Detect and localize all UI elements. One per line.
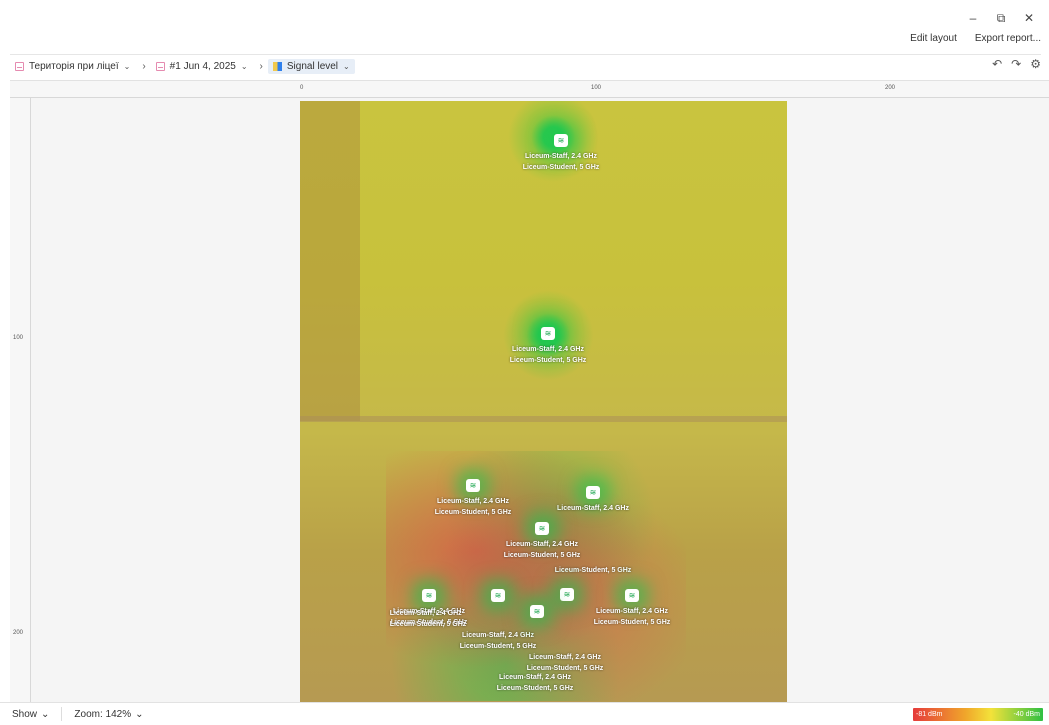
ssid-line: Liceum-Staff, 2.4 GHz <box>529 654 601 661</box>
ssid-line: Liceum-Staff, 2.4 GHz <box>596 608 668 615</box>
wifi-icon: ≋ <box>491 589 505 602</box>
access-point-label: Liceum-Staff, 2.4 GHz Liceum-Student, 5 … <box>523 151 600 173</box>
access-point-label: Liceum-Staff, 2.4 GHz Liceum-Student, 5 … <box>510 344 587 366</box>
ruler-vertical: 100 200 <box>10 98 31 702</box>
legend-min: -81 dBm <box>916 711 943 718</box>
restore-button[interactable]: ⧉ <box>987 8 1015 28</box>
breadcrumb-label: Signal level <box>286 60 339 72</box>
access-point-label: Liceum-Staff, 2.4 GHz Liceum-Student, 5 … <box>460 630 537 652</box>
access-point-label: Liceum-Staff, 2.4 GHz Liceum-Student, 5 … <box>390 608 467 630</box>
ruler-tick-label: 200 <box>13 630 24 636</box>
ssid-line: Liceum-Student, 5 GHz <box>459 643 537 650</box>
wifi-icon: ≋ <box>554 134 568 147</box>
status-bar: Show ⌄ Zoom: 142% ⌄ -81 dBm -40 dBm <box>0 702 1049 725</box>
ssid-line: Liceum-Staff, 2.4 GHz <box>512 346 584 353</box>
ssid-line: Liceum-Staff, 2.4 GHz <box>557 505 629 512</box>
ssid-line: Liceum-Student, 5 GHz <box>554 567 632 574</box>
show-menu[interactable]: Show ⌄ <box>0 709 61 720</box>
chevron-down-icon[interactable]: ⌄ <box>124 62 131 71</box>
floorplan-icon <box>15 61 24 71</box>
signal-level-icon <box>272 61 282 71</box>
chevron-right-icon: › <box>259 60 263 72</box>
ssid-line: Liceum-Staff, 2.4 GHz <box>506 541 578 548</box>
minimize-button[interactable]: – <box>959 8 987 28</box>
export-report-button[interactable]: Export report... <box>975 33 1041 44</box>
building-shadow <box>300 101 360 421</box>
ssid-line: Liceum-Staff, 2.4 GHz <box>499 674 571 681</box>
breadcrumb-survey[interactable]: #1 Jun 4, 2025 ⌄ <box>151 59 253 74</box>
undo-icon[interactable]: ↶ <box>992 57 1002 71</box>
window-controls: – ⧉ ✕ <box>959 8 1043 28</box>
chevron-down-icon: ⌄ <box>135 708 144 720</box>
ruler-tick-label: 100 <box>591 85 602 91</box>
ruler-tick-label: 0 <box>300 85 304 91</box>
access-point-label: Liceum-Staff, 2.4 GHz Liceum-Student, 5 … <box>594 606 671 628</box>
redo-icon[interactable]: ↷ <box>1011 57 1021 71</box>
breadcrumb-floorplan[interactable]: Територія при ліцеї ⌄ <box>10 59 135 74</box>
access-point-label: Liceum-Staff, 2.4 GHz Liceum-Student, 5 … <box>497 672 574 694</box>
ruler-tick-label: 100 <box>13 335 24 341</box>
chevron-down-icon[interactable]: ⌄ <box>343 62 350 71</box>
chevron-down-icon[interactable]: ⌄ <box>241 62 248 71</box>
chevron-right-icon: › <box>142 60 146 72</box>
ssid-line: Liceum-Student, 5 GHz <box>503 552 581 559</box>
road <box>300 416 787 422</box>
wifi-icon: ≋ <box>535 522 549 535</box>
breadcrumb-label: Територія при ліцеї <box>29 60 119 72</box>
ssid-line: Liceum-Student, 5 GHz <box>434 509 512 516</box>
map-canvas[interactable]: ≋ Liceum-Staff, 2.4 GHz Liceum-Student, … <box>31 98 1049 702</box>
ssid-line: Liceum-Student, 5 GHz <box>509 357 587 364</box>
settings-icon[interactable]: ⚙ <box>1030 57 1041 71</box>
wifi-icon: ≋ <box>466 479 480 492</box>
wifi-icon: ≋ <box>422 589 436 602</box>
wifi-icon: ≋ <box>541 327 555 340</box>
zoom-label: Zoom: 142% <box>74 708 132 720</box>
access-point-label: Liceum-Staff, 2.4 GHz <box>557 503 629 514</box>
wifi-icon: ≋ <box>586 486 600 499</box>
top-actions: Edit layout Export report... <box>910 33 1041 44</box>
breadcrumb-visualization[interactable]: Signal level ⌄ <box>267 58 355 74</box>
ssid-line: Liceum-Student, 5 GHz <box>522 164 600 171</box>
access-point-label: Liceum-Staff, 2.4 GHz Liceum-Student, 5 … <box>435 496 512 518</box>
signal-heatmap[interactable]: ≋ Liceum-Staff, 2.4 GHz Liceum-Student, … <box>300 101 787 702</box>
ssid-line: Liceum-Staff, 2.4 GHz <box>525 153 597 160</box>
zoom-menu[interactable]: Zoom: 142% ⌄ <box>62 709 155 720</box>
close-button[interactable]: ✕ <box>1015 8 1043 28</box>
chevron-down-icon: ⌄ <box>41 708 50 720</box>
legend-max: -40 dBm <box>1013 711 1040 718</box>
ssid-line: Liceum-Student, 5 GHz <box>389 621 467 628</box>
ruler-tick-label: 200 <box>885 85 896 91</box>
ssid-line: Liceum-Student, 5 GHz <box>593 619 671 626</box>
wifi-icon: ≋ <box>530 605 544 618</box>
survey-icon <box>155 61 165 71</box>
breadcrumb-label: #1 Jun 4, 2025 <box>169 60 236 72</box>
ssid-line: Liceum-Staff, 2.4 GHz <box>437 498 509 505</box>
breadcrumb: Територія при ліцеї ⌄ › #1 Jun 4, 2025 ⌄… <box>10 54 1041 77</box>
edit-layout-button[interactable]: Edit layout <box>910 33 957 44</box>
wifi-icon: ≋ <box>625 589 639 602</box>
map-tools: ↶ ↷ ⚙ <box>992 57 1041 71</box>
wifi-icon: ≋ <box>560 588 574 601</box>
ssid-line: Liceum-Staff, 2.4 GHz <box>462 632 534 639</box>
signal-legend: -81 dBm -40 dBm <box>913 708 1043 721</box>
ssid-line: Liceum-Staff, 2.4 GHz <box>389 610 462 617</box>
access-point-label: Liceum-Staff, 2.4 GHz Liceum-Student, 5 … <box>504 539 581 561</box>
ruler-horizontal: 0 100 200 <box>10 80 1049 98</box>
show-label: Show <box>12 708 38 720</box>
access-point-label: Liceum-Staff, 2.4 GHz Liceum-Student, 5 … <box>527 652 604 674</box>
ssid-line: Liceum-Student, 5 GHz <box>496 685 574 692</box>
